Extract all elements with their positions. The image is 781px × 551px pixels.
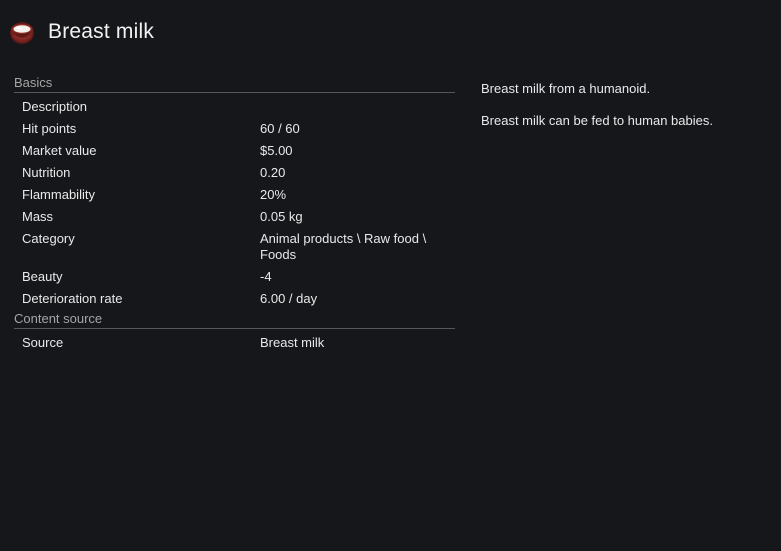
stat-row-category[interactable]: Category Animal products \ Raw food \ Fo…	[14, 228, 455, 266]
stat-value: Breast milk	[260, 335, 325, 350]
stat-value	[260, 99, 455, 115]
stat-value: 6.00 / day	[260, 291, 318, 306]
stat-value: $5.00	[260, 143, 293, 158]
stat-label: Category	[22, 231, 75, 246]
section-header-content-source: Content source	[14, 310, 455, 329]
stat-row-mass[interactable]: Mass 0.05 kg	[14, 206, 455, 228]
description-panel: Breast milk from a humanoid. Breast milk…	[481, 80, 771, 144]
stat-label: Nutrition	[22, 165, 71, 180]
stat-label: Market value	[22, 143, 97, 158]
stat-label: Deterioration rate	[22, 291, 123, 306]
milk-bowl-icon	[8, 18, 36, 46]
stat-row-source[interactable]: Source Breast milk	[14, 332, 455, 354]
stat-label: Source	[22, 335, 64, 350]
stat-row-beauty[interactable]: Beauty -4	[14, 266, 455, 288]
stat-label: Flammability	[22, 187, 95, 202]
description-text: Breast milk from a humanoid.	[481, 81, 651, 96]
stat-label: Beauty	[22, 269, 63, 284]
stat-value: 20%	[260, 187, 287, 202]
item-info-window: Breast milk Basics Description Hit point…	[0, 0, 781, 551]
item-header: Breast milk	[8, 16, 154, 48]
stat-value: -4	[260, 269, 272, 284]
stat-label: Hit points	[22, 121, 77, 136]
stat-label: Description	[22, 99, 88, 114]
section-header-basics: Basics	[14, 74, 455, 93]
stat-value: 0.05 kg	[260, 209, 303, 224]
stat-value: Animal products \ Raw food \ Foods	[260, 231, 427, 262]
stat-label: Mass	[22, 209, 54, 224]
stat-row-market-value[interactable]: Market value $5.00	[14, 140, 455, 162]
stat-row-hit-points[interactable]: Hit points 60 / 60	[14, 118, 455, 140]
stat-row-nutrition[interactable]: Nutrition 0.20	[14, 162, 455, 184]
description-text: Breast milk can be fed to human babies.	[481, 113, 713, 128]
stat-row-description[interactable]: Description	[14, 96, 455, 118]
stats-panel: Basics Description Hit points 60 / 60 Ma…	[14, 74, 455, 354]
stat-row-deterioration-rate[interactable]: Deterioration rate 6.00 / day	[14, 288, 455, 310]
item-title: Breast milk	[48, 20, 155, 43]
stat-value: 60 / 60	[260, 121, 300, 136]
stat-row-flammability[interactable]: Flammability 20%	[14, 184, 455, 206]
stat-value: 0.20	[260, 165, 286, 180]
